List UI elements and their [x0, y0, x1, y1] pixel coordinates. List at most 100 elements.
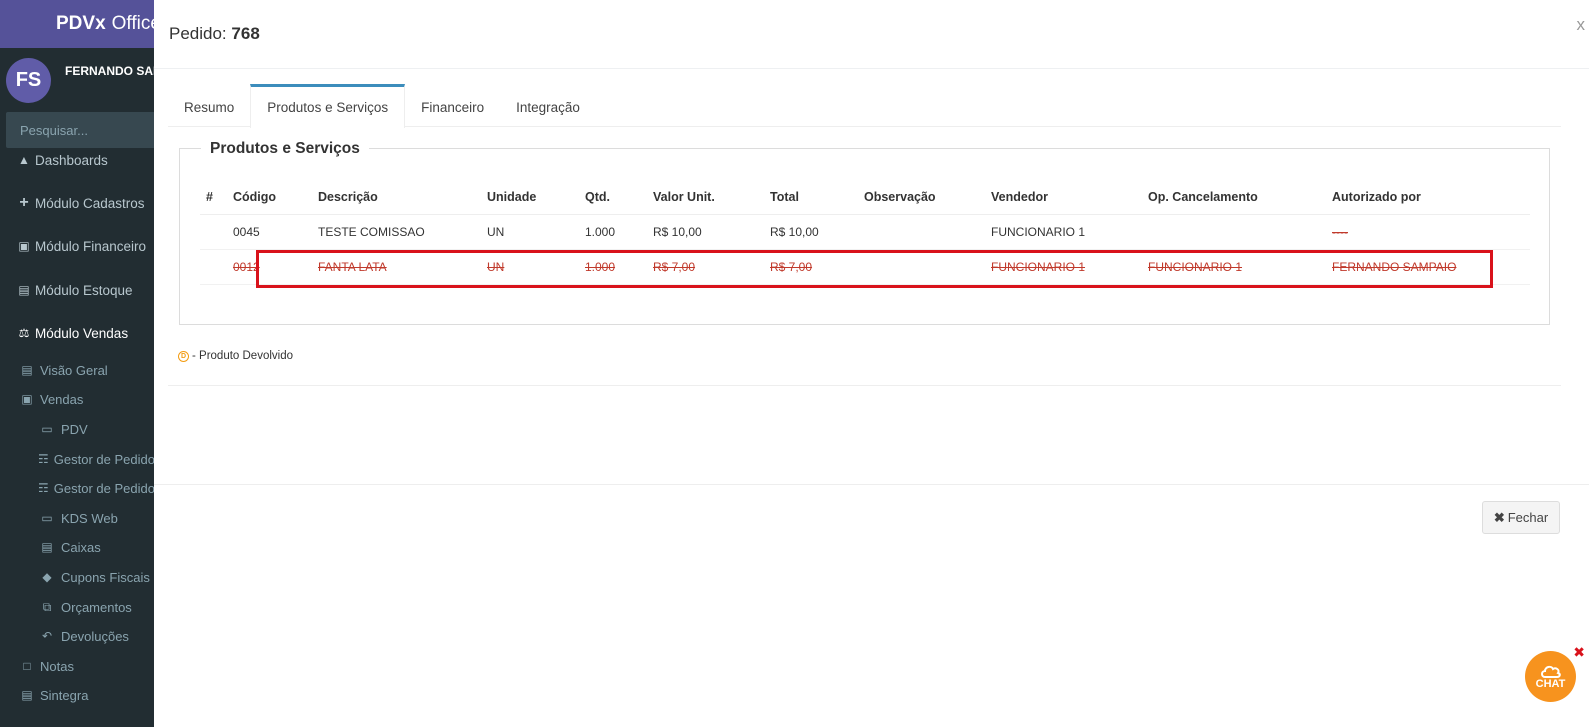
- tab-integracao[interactable]: Integração: [500, 84, 596, 127]
- col-header-observacao: Observação: [864, 180, 991, 215]
- col-header-autorizado-por: Autorizado por: [1332, 180, 1530, 215]
- sidebar-item-estoque[interactable]: ▤ Módulo Estoque: [0, 280, 160, 300]
- products-table: # Código Descrição Unidade Qtd. Valor Un…: [200, 180, 1530, 285]
- cell-descricao: TESTE COMISSAO: [318, 214, 487, 250]
- cell-observacao: [864, 214, 991, 250]
- col-header-codigo: Código: [233, 180, 318, 215]
- tab-resumo[interactable]: Resumo: [168, 84, 250, 127]
- sidebar-item-label: Caixas: [61, 539, 101, 555]
- close-button[interactable]: ✖ Fechar: [1482, 501, 1560, 534]
- cell-op-cancelamento: FUNCIONARIO 1: [1148, 249, 1332, 285]
- sidebar-item-financeiro[interactable]: ▣ Módulo Financeiro: [0, 236, 160, 256]
- modal-header: Pedido: 768 x: [154, 0, 1589, 69]
- ticket-icon: ◆: [42, 570, 52, 584]
- copy-icon: ⧉: [42, 599, 52, 614]
- col-header-total: Total: [770, 180, 864, 215]
- sidebar-item-dashboards[interactable]: ▲ Dashboards: [0, 150, 160, 170]
- cell-total: R$ 10,00: [770, 214, 864, 250]
- col-header-unidade: Unidade: [487, 180, 585, 215]
- cell-qtd: 1.000: [585, 249, 653, 285]
- sidebar-item-cadastros[interactable]: + Módulo Cadastros: [0, 193, 160, 213]
- cell-qtd: 1.000: [585, 214, 653, 250]
- sidebar-item-label: Módulo Estoque: [35, 282, 133, 298]
- sidebar-item-label: Gestor de Pedidos: [53, 451, 160, 467]
- sidebar-item-label: Dashboards: [35, 152, 108, 168]
- user-panel: FS FERNANDO SAMPAIO: [0, 48, 160, 110]
- sidebar-item-label: Sintegra: [40, 687, 89, 703]
- col-header-number: #: [200, 180, 233, 215]
- sidebar-item-label: Notas: [40, 658, 74, 674]
- sidebar-item-gestor-pedidos-1[interactable]: ☶ Gestor de Pedidos: [0, 449, 160, 469]
- chat-label: CHAT: [1535, 677, 1566, 690]
- table-header-row: # Código Descrição Unidade Qtd. Valor Un…: [200, 180, 1530, 215]
- col-header-descricao: Descrição: [318, 180, 487, 215]
- chat-close-icon[interactable]: ✖: [1573, 644, 1585, 661]
- archive-icon: ▤: [18, 283, 30, 297]
- cell-valor-unit: R$ 7,00: [653, 249, 770, 285]
- sidebar-item-label: Devoluções: [61, 628, 129, 644]
- tab-produtos-servicos[interactable]: Produtos e Serviços: [250, 84, 406, 128]
- cell-codigo: 0012: [233, 249, 318, 285]
- sitemap-icon: ☶: [38, 452, 49, 466]
- sitemap-icon: ☶: [38, 481, 49, 495]
- desktop-icon: ▭: [41, 422, 53, 436]
- sidebar-item-devolucoes[interactable]: ↶ Devoluções: [0, 626, 160, 646]
- close-icon[interactable]: x: [1577, 15, 1586, 35]
- cell-autorizado-por: ----: [1332, 214, 1530, 250]
- file-text-icon: ▤: [21, 688, 33, 702]
- times-icon: ✖: [1493, 509, 1505, 525]
- search-input[interactable]: [20, 122, 160, 138]
- money-icon: ▣: [21, 392, 33, 406]
- sidebar-item-kds-web[interactable]: ▭ KDS Web: [0, 508, 160, 528]
- sidebar-item-label: Visão Geral: [40, 362, 108, 378]
- close-button-label: Fechar: [1507, 510, 1549, 525]
- sidebar-item-cupons-fiscais[interactable]: ◆ Cupons Fiscais: [0, 567, 160, 587]
- sidebar-item-caixas[interactable]: ▤ Caixas: [0, 537, 160, 557]
- cell-vendedor: FUNCIONARIO 1: [991, 249, 1148, 285]
- col-header-valor-unit: Valor Unit.: [653, 180, 770, 215]
- sidebar-item-vendas[interactable]: ▣ Vendas: [0, 389, 160, 409]
- user-name: FERNANDO SAMPAIO: [65, 64, 160, 78]
- sidebar-item-label: Vendas: [40, 391, 84, 407]
- chat-widget-button[interactable]: CHAT: [1525, 651, 1576, 702]
- brand-logo[interactable]: PDVx Office: [0, 0, 160, 48]
- products-fieldset: Produtos e Serviços # Código Descrição U…: [179, 140, 1550, 325]
- sidebar-item-vendas-module[interactable]: ⚖ Módulo Vendas: [0, 323, 160, 343]
- sidebar-item-pdv[interactable]: ▭ PDV: [0, 419, 160, 439]
- brand-bold: PDVx: [56, 13, 106, 34]
- sidebar-item-label: Módulo Financeiro: [35, 238, 147, 254]
- cell-vendedor: FUNCIONARIO 1: [991, 214, 1148, 250]
- order-modal: Pedido: 768 x Resumo Produtos e Serviços…: [154, 0, 1589, 727]
- avatar[interactable]: FS: [6, 58, 51, 103]
- cell-unidade: UN: [487, 249, 585, 285]
- returned-badge-icon: D: [178, 350, 189, 362]
- sidebar-item-orcamentos[interactable]: ⧉ Orçamentos: [0, 597, 160, 617]
- legend-text: - Produto Devolvido: [192, 350, 293, 362]
- sidebar-item-visao-geral[interactable]: ▤ Visão Geral: [0, 360, 160, 380]
- sidebar-search: [6, 112, 160, 148]
- cell-unidade: UN: [487, 214, 585, 250]
- sidebar-item-label: Orçamentos: [61, 599, 132, 615]
- order-label: Pedido:: [169, 24, 227, 43]
- cell-autorizado-por: FERNANDO SAMPAIO: [1332, 249, 1530, 285]
- sidebar-item-label: KDS Web: [61, 510, 118, 526]
- sidebar-item-gestor-pedidos-2[interactable]: ☶ Gestor de Pedidos: [0, 478, 160, 498]
- area-chart-icon: ▲: [18, 153, 30, 167]
- cell-number: [200, 249, 233, 285]
- balance-scale-icon: ⚖: [18, 326, 30, 340]
- cell-total: R$ 7,00: [770, 249, 864, 285]
- sidebar-item-notas[interactable]: □ Notas: [0, 656, 160, 676]
- returned-product-legend: D - Produto Devolvido: [178, 350, 293, 362]
- bar-chart-icon: ▤: [21, 363, 33, 377]
- cell-observacao: [864, 249, 991, 285]
- cell-number: [200, 214, 233, 250]
- tab-financeiro[interactable]: Financeiro: [405, 84, 500, 127]
- sidebar-item-sintegra[interactable]: ▤ Sintegra: [0, 685, 160, 705]
- sidebar-item-label: Módulo Vendas: [35, 325, 129, 341]
- modal-tabs: Resumo Produtos e Serviços Financeiro In…: [168, 84, 596, 128]
- plus-icon: +: [19, 194, 29, 211]
- order-number: 768: [231, 24, 260, 43]
- col-header-vendedor: Vendedor: [991, 180, 1148, 215]
- desktop-icon: ▭: [41, 511, 53, 525]
- col-header-op-cancelamento: Op. Cancelamento: [1148, 180, 1332, 215]
